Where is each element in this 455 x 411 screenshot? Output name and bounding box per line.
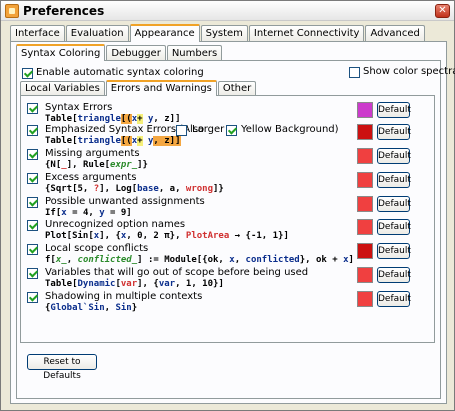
- row-checkbox[interactable]: [27, 268, 38, 279]
- tab-errors-and-warnings[interactable]: Errors and Warnings: [105, 80, 217, 96]
- show-spectra-checkbox[interactable]: [349, 67, 360, 78]
- default-button[interactable]: Default: [377, 291, 411, 307]
- row-code-example: Plot[Sin[x], {x, 0, 2 π}, PlotArea → {-1…: [45, 231, 289, 241]
- larger-label: Larger: [192, 124, 225, 135]
- row-code-example: {Global`Sin, Sin}: [45, 303, 138, 313]
- tab-system[interactable]: System: [200, 25, 248, 42]
- tab-advanced[interactable]: Advanced: [365, 25, 425, 42]
- default-button[interactable]: Default: [377, 267, 411, 283]
- default-button[interactable]: Default: [377, 124, 411, 140]
- color-swatch[interactable]: [357, 267, 373, 283]
- default-button[interactable]: Default: [377, 172, 411, 188]
- title-bar: Preferences ✕: [1, 1, 454, 21]
- default-button[interactable]: Default: [377, 219, 411, 235]
- row-checkbox[interactable]: [27, 292, 38, 303]
- default-button[interactable]: Default: [377, 148, 411, 164]
- tab-appearance[interactable]: Appearance: [129, 24, 200, 42]
- row-label: Shadowing in multiple contexts: [45, 291, 203, 302]
- tab-local-variables[interactable]: Local Variables: [20, 81, 105, 96]
- sub-tab-bar: Syntax Coloring Debugger Numbers: [16, 44, 223, 61]
- row-checkbox[interactable]: [27, 103, 38, 114]
- row-code-example: {N[_], Rule[expr_]}: [45, 160, 148, 170]
- default-button[interactable]: Default: [377, 102, 411, 118]
- default-button[interactable]: Default: [377, 243, 411, 259]
- show-spectra-label: Show color spectra: [363, 66, 455, 77]
- row-label: Variables that will go out of scope befo…: [45, 267, 309, 278]
- color-swatch[interactable]: [357, 196, 373, 212]
- color-swatch[interactable]: [357, 172, 373, 188]
- row-label: Unrecognized option names: [45, 219, 186, 230]
- preferences-window: Preferences ✕ Interface Evaluation Appea…: [0, 0, 455, 411]
- color-swatch[interactable]: [357, 291, 373, 307]
- enable-syntax-label: Enable automatic syntax coloring: [36, 67, 204, 78]
- tab-internet-connectivity[interactable]: Internet Connectivity: [248, 25, 365, 42]
- color-swatch[interactable]: [357, 102, 373, 118]
- row-checkbox[interactable]: [27, 220, 38, 231]
- tab-debugger[interactable]: Debugger: [106, 45, 166, 61]
- close-button[interactable]: ✕: [435, 4, 450, 18]
- row-checkbox[interactable]: [27, 149, 38, 160]
- row-code-example: If[x = 4, y = 9]: [45, 208, 132, 218]
- tab-interface[interactable]: Interface: [10, 25, 65, 42]
- color-swatch[interactable]: [357, 148, 373, 164]
- row-code-example: Table[triangle[(x+ y, z]]: [45, 136, 181, 146]
- reset-to-defaults-button[interactable]: Reset to Defaults: [27, 354, 97, 381]
- row-checkbox[interactable]: [27, 173, 38, 184]
- color-swatch[interactable]: [357, 243, 373, 259]
- row-label: Missing arguments: [45, 148, 140, 159]
- row-label: Syntax Errors: [45, 102, 113, 113]
- tab-syntax-coloring[interactable]: Syntax Coloring: [16, 44, 106, 61]
- app-icon: [5, 4, 19, 18]
- row-checkbox[interactable]: [27, 197, 38, 208]
- default-button[interactable]: Default: [377, 196, 411, 212]
- row-code-example: Table[triangle[(x+ y, z]]: [45, 114, 181, 124]
- yellow-background-label: Yellow Background): [241, 124, 339, 135]
- row-code-example: f[x_, conflicted_] := Module[{ok, x, con…: [45, 255, 354, 265]
- main-tab-bar: Interface Evaluation Appearance System I…: [10, 24, 426, 42]
- tab-numbers[interactable]: Numbers: [166, 45, 223, 61]
- color-swatch[interactable]: [357, 219, 373, 235]
- row-label: Local scope conflicts: [45, 243, 149, 254]
- larger-checkbox[interactable]: [176, 125, 187, 136]
- row-checkbox[interactable]: [27, 244, 38, 255]
- row-label: Excess arguments: [45, 172, 137, 183]
- yellow-background-checkbox[interactable]: [226, 125, 237, 136]
- row-code-example: {Sqrt[5, ?], Log[base, a, wrong]}: [45, 184, 224, 194]
- window-title: Preferences: [23, 4, 105, 18]
- inner-tab-bar: Local Variables Errors and Warnings Othe…: [20, 80, 257, 96]
- row-checkbox[interactable]: [27, 125, 38, 136]
- row-label: Possible unwanted assignments: [45, 196, 205, 207]
- row-code-example: Table[Dynamic[var], {var, 1, 10}]: [45, 279, 224, 289]
- tab-evaluation[interactable]: Evaluation: [65, 25, 129, 42]
- enable-syntax-checkbox[interactable]: [22, 68, 33, 79]
- tab-other[interactable]: Other: [217, 81, 257, 96]
- color-swatch[interactable]: [357, 124, 373, 140]
